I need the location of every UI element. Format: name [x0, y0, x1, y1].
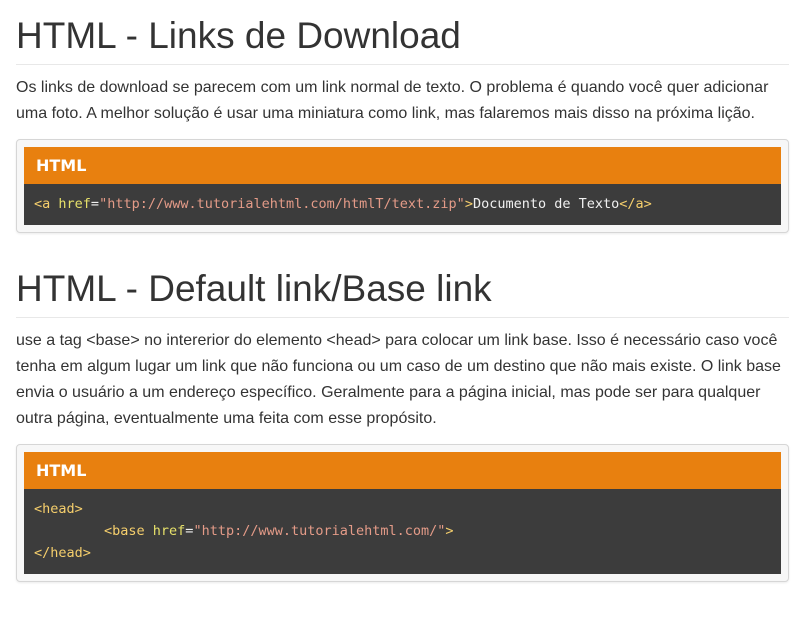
main-content: HTML - Links de Download Os links de dow… — [16, 0, 789, 582]
code-attribute: href — [152, 523, 186, 539]
code-line-head-close: </head> — [34, 545, 91, 561]
code-tag-bracket: > — [464, 196, 473, 212]
code-example-base-link: HTML <head> <base href="http://www.tutor… — [16, 444, 789, 582]
code-attribute: href — [58, 196, 91, 212]
section-paragraph-base-link: use a tag <base> no intererior do elemen… — [16, 332, 781, 427]
code-block[interactable]: <a href="http://www.tutorialehtml.com/ht… — [24, 184, 781, 225]
code-example-download-link: HTML <a href="http://www.tutorialehtml.c… — [16, 139, 789, 233]
code-line-head-open: <head> — [34, 501, 83, 517]
code-equals: = — [90, 196, 100, 212]
code-header-label: HTML — [24, 452, 781, 489]
section-title-base-link: HTML - Default link/Base link — [16, 267, 789, 318]
code-tag-close: </a> — [619, 196, 652, 212]
code-string-value: "http://www.tutorialehtml.com/" — [193, 523, 446, 539]
code-block[interactable]: <head> <base href="http://www.tutorialeh… — [24, 489, 781, 574]
code-header-label: HTML — [24, 147, 781, 184]
code-tag-open: <base — [104, 523, 145, 539]
code-link-text: Documento de Texto — [472, 196, 620, 212]
code-string-value: "http://www.tutorialehtml.com/htmlT/text… — [99, 196, 465, 212]
section-paragraph-download-links: Os links de download se parecem com um l… — [16, 79, 769, 122]
code-tag-bracket: > — [445, 523, 454, 539]
code-tag-open: <a — [34, 196, 51, 212]
section-title-download-links: HTML - Links de Download — [16, 14, 789, 65]
